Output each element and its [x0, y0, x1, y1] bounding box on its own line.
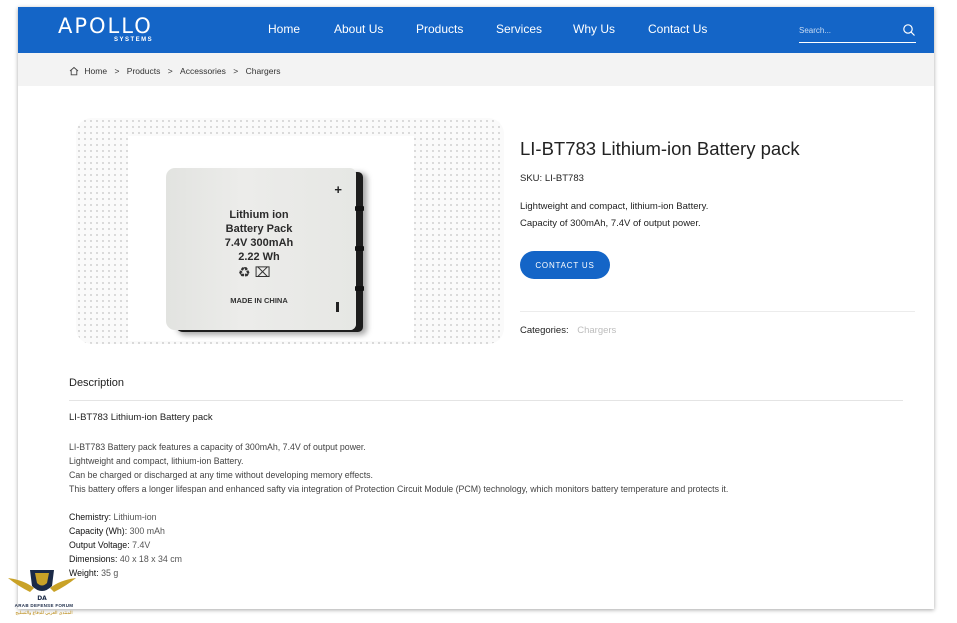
- breadcrumb-accessories[interactable]: Accessories: [180, 66, 226, 76]
- spec-row: Capacity (Wh): 300 mAh: [69, 524, 182, 538]
- brand-name: APOLLO: [58, 14, 153, 38]
- sku-value: LI-BT783: [544, 173, 584, 184]
- divider: [69, 400, 903, 401]
- battery-label-line: 7.4V 300mAh: [224, 237, 294, 249]
- description-paragraph: Can be charged or discharged at any time…: [69, 470, 373, 480]
- watermark-name: ARAB DEFENSE FORUM: [14, 603, 74, 608]
- spec-label: Chemistry:: [69, 512, 112, 522]
- spec-value: 35 g: [101, 568, 119, 578]
- category-link-chargers[interactable]: Chargers: [577, 325, 616, 336]
- short-description-line: Capacity of 300mAh, 7.4V of output power…: [520, 218, 701, 229]
- spec-row: Chemistry: Lithium-ion: [69, 510, 182, 524]
- spec-row: Output Voltage: 7.4V: [69, 538, 182, 552]
- breadcrumb-bar: Home > Products > Accessories > Chargers: [18, 53, 934, 86]
- battery-terminal: [355, 206, 364, 211]
- battery-label-line: 2.22 Wh: [238, 251, 280, 263]
- product-title: LI-BT783 Lithium-ion Battery pack: [520, 138, 800, 159]
- breadcrumb-home[interactable]: Home: [84, 66, 107, 76]
- watermark-badge: DA: [37, 595, 47, 602]
- spec-value: 40 x 18 x 34 cm: [119, 554, 182, 564]
- spec-label: Output Voltage:: [69, 540, 130, 550]
- description-paragraph: Lightweight and compact, lithium-ion Bat…: [69, 456, 244, 466]
- product-sku: SKU: LI-BT783: [520, 173, 584, 184]
- battery-terminal: [355, 286, 364, 291]
- spec-value: Lithium-ion: [113, 512, 157, 522]
- breadcrumb-separator: >: [167, 65, 173, 76]
- search-icon[interactable]: [902, 23, 916, 37]
- breadcrumb-separator: >: [114, 65, 120, 76]
- watermark-subtitle: المنتدى العربي للدفاع والتسليح: [15, 610, 73, 615]
- tab-description[interactable]: Description: [69, 377, 124, 389]
- nav-home[interactable]: Home: [268, 22, 300, 36]
- battery-label-line: Lithium ion: [229, 209, 289, 221]
- spec-row: Weight: 35 g: [69, 566, 182, 580]
- nav-contact-us[interactable]: Contact Us: [648, 22, 707, 36]
- brand-tagline: SYSTEMS: [114, 37, 154, 43]
- search-input[interactable]: [799, 21, 894, 39]
- search-box: [799, 21, 916, 43]
- description-body: LI-BT783 Battery pack features a capacit…: [69, 440, 728, 496]
- breadcrumb: Home > Products > Accessories > Chargers: [69, 65, 281, 76]
- battery-label-line: Battery Pack: [225, 223, 293, 235]
- recycle-icon: ♻ ⌧: [238, 264, 271, 280]
- spec-value: 300 mAh: [129, 526, 165, 536]
- site-header: APOLLO SYSTEMS Home About Us Products Se…: [18, 7, 934, 53]
- forum-watermark-logo: DA ARAB DEFENSE FORUM المنتدى العربي للد…: [4, 566, 80, 622]
- battery-plus-sign: +: [334, 182, 342, 197]
- product-short-description: Lightweight and compact, lithium-ion Bat…: [520, 198, 708, 232]
- product-categories: Categories: Chargers: [520, 325, 616, 336]
- eagle-emblem-icon: DA: [8, 570, 76, 602]
- nav-why-us[interactable]: Why Us: [573, 22, 615, 36]
- spec-row: Dimensions: 40 x 18 x 34 cm: [69, 552, 182, 566]
- spec-label: Capacity (Wh):: [69, 526, 128, 536]
- contact-us-button[interactable]: CONTACT US: [520, 251, 610, 279]
- battery-minus-sign: [336, 302, 339, 312]
- brand-logo[interactable]: APOLLO SYSTEMS: [58, 15, 168, 45]
- sku-label: SKU:: [520, 173, 543, 184]
- description-paragraph: LI-BT783 Battery pack features a capacit…: [69, 442, 366, 452]
- spec-label: Dimensions:: [69, 554, 118, 564]
- breadcrumb-chargers: Chargers: [245, 65, 281, 76]
- breadcrumb-separator: >: [233, 65, 239, 76]
- short-description-line: Lightweight and compact, lithium-ion Bat…: [520, 201, 709, 212]
- product-image[interactable]: + Lithium ion Battery Pack 7.4V 300mAh 2…: [76, 118, 504, 344]
- battery-label: Lithium ion Battery Pack 7.4V 300mAh 2.2…: [166, 208, 352, 264]
- divider: [520, 311, 915, 312]
- battery-terminal: [355, 246, 364, 251]
- spec-value: 7.4V: [132, 540, 151, 550]
- description-heading: LI-BT783 Lithium-ion Battery pack: [69, 412, 213, 423]
- nav-about-us[interactable]: About Us: [334, 22, 383, 36]
- home-icon: [69, 66, 79, 75]
- page-frame: APOLLO SYSTEMS Home About Us Products Se…: [18, 7, 934, 609]
- description-paragraph: This battery offers a longer lifespan an…: [69, 484, 729, 494]
- spec-list: Chemistry: Lithium-ion Capacity (Wh): 30…: [69, 510, 182, 580]
- breadcrumb-products[interactable]: Products: [127, 66, 161, 76]
- categories-label: Categories:: [520, 325, 569, 336]
- nav-products[interactable]: Products: [416, 22, 463, 36]
- nav-services[interactable]: Services: [496, 22, 542, 36]
- battery-illustration: + Lithium ion Battery Pack 7.4V 300mAh 2…: [166, 168, 364, 330]
- battery-made-in: MADE IN CHINA: [230, 296, 288, 305]
